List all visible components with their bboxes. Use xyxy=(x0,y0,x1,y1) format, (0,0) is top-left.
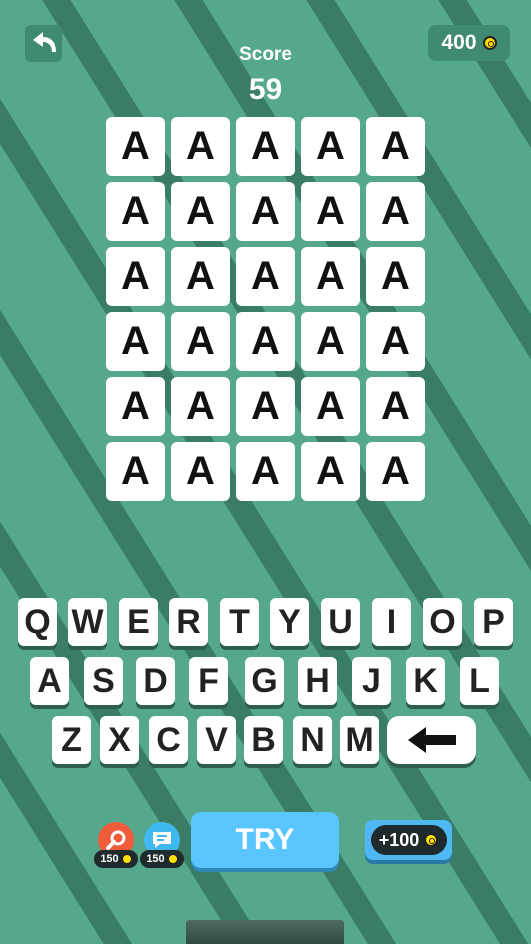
board-tile: A xyxy=(301,442,360,501)
board-tile: A xyxy=(301,117,360,176)
key-b[interactable]: B xyxy=(244,716,283,764)
key-p[interactable]: P xyxy=(474,598,513,646)
coin-icon xyxy=(167,854,178,864)
key-o[interactable]: O xyxy=(423,598,462,646)
key-r[interactable]: R xyxy=(169,598,208,646)
board-tile: A xyxy=(301,182,360,241)
key-a[interactable]: A xyxy=(30,657,69,705)
board-tile: A xyxy=(106,377,165,436)
board-tile: A xyxy=(171,182,230,241)
bonus-coins-button[interactable]: +100 xyxy=(365,820,452,860)
board-tile: A xyxy=(171,442,230,501)
board-tile: A xyxy=(171,117,230,176)
board-tile: A xyxy=(366,117,425,176)
hint-powerup-button[interactable]: 150 xyxy=(94,822,138,872)
coin-icon xyxy=(424,833,439,847)
key-k[interactable]: K xyxy=(406,657,445,705)
key-t[interactable]: T xyxy=(220,598,259,646)
key-x[interactable]: X xyxy=(100,716,139,764)
key-q[interactable]: Q xyxy=(18,598,57,646)
letter-board: AAAAAAAAAAAAAAAAAAAAAAAAAAAAAA xyxy=(106,117,425,501)
key-g[interactable]: G xyxy=(245,657,284,705)
key-j[interactable]: J xyxy=(352,657,391,705)
key-y[interactable]: Y xyxy=(270,598,309,646)
board-tile: A xyxy=(236,117,295,176)
board-tile: A xyxy=(236,182,295,241)
backspace-key[interactable] xyxy=(387,716,476,764)
hint-cost-value: 150 xyxy=(100,853,119,865)
board-tile: A xyxy=(236,312,295,371)
key-u[interactable]: U xyxy=(321,598,360,646)
board-tile: A xyxy=(366,377,425,436)
bonus-coins-pill: +100 xyxy=(370,825,447,855)
board-tile: A xyxy=(366,182,425,241)
board-tile: A xyxy=(106,442,165,501)
key-f[interactable]: F xyxy=(189,657,228,705)
chat-bubble-icon xyxy=(153,832,171,848)
keyboard-row: ASDFGHJKL xyxy=(0,657,531,707)
board-tile: A xyxy=(366,442,425,501)
key-m[interactable]: M xyxy=(340,716,379,764)
score-label: Score xyxy=(239,44,292,65)
keyboard-row: QWERTYUIOP xyxy=(0,598,531,648)
key-d[interactable]: D xyxy=(136,657,175,705)
board-tile: A xyxy=(171,312,230,371)
backspace-arrow-icon xyxy=(407,727,456,753)
key-i[interactable]: I xyxy=(372,598,411,646)
board-tile: A xyxy=(301,377,360,436)
hint-cost: 150 xyxy=(94,850,138,868)
board-tile: A xyxy=(106,312,165,371)
key-v[interactable]: V xyxy=(197,716,236,764)
chat-powerup-button[interactable]: 150 xyxy=(140,822,184,872)
key-z[interactable]: Z xyxy=(52,716,91,764)
key-l[interactable]: L xyxy=(460,657,499,705)
board-tile: A xyxy=(301,312,360,371)
keyboard-row: ZXCVBNM xyxy=(0,716,531,766)
bonus-label: +100 xyxy=(378,829,420,850)
board-tile: A xyxy=(171,377,230,436)
board-tile: A xyxy=(106,182,165,241)
key-e[interactable]: E xyxy=(119,598,158,646)
key-h[interactable]: H xyxy=(298,657,337,705)
board-tile: A xyxy=(366,247,425,306)
key-c[interactable]: C xyxy=(149,716,188,764)
key-n[interactable]: N xyxy=(293,716,332,764)
board-tile: A xyxy=(236,442,295,501)
board-tile: A xyxy=(106,247,165,306)
board-tile: A xyxy=(301,247,360,306)
board-tile: A xyxy=(106,117,165,176)
chat-cost-value: 150 xyxy=(146,853,165,865)
coin-icon xyxy=(121,854,132,864)
board-tile: A xyxy=(366,312,425,371)
magnifier-icon xyxy=(106,830,126,850)
bottom-banner xyxy=(186,920,344,944)
board-tile: A xyxy=(171,247,230,306)
board-tile: A xyxy=(236,247,295,306)
key-w[interactable]: W xyxy=(68,598,107,646)
try-button[interactable]: TRY xyxy=(191,812,339,868)
score-value: 59 xyxy=(248,73,283,106)
chat-cost: 150 xyxy=(140,850,184,868)
board-tile: A xyxy=(236,377,295,436)
key-s[interactable]: S xyxy=(84,657,123,705)
